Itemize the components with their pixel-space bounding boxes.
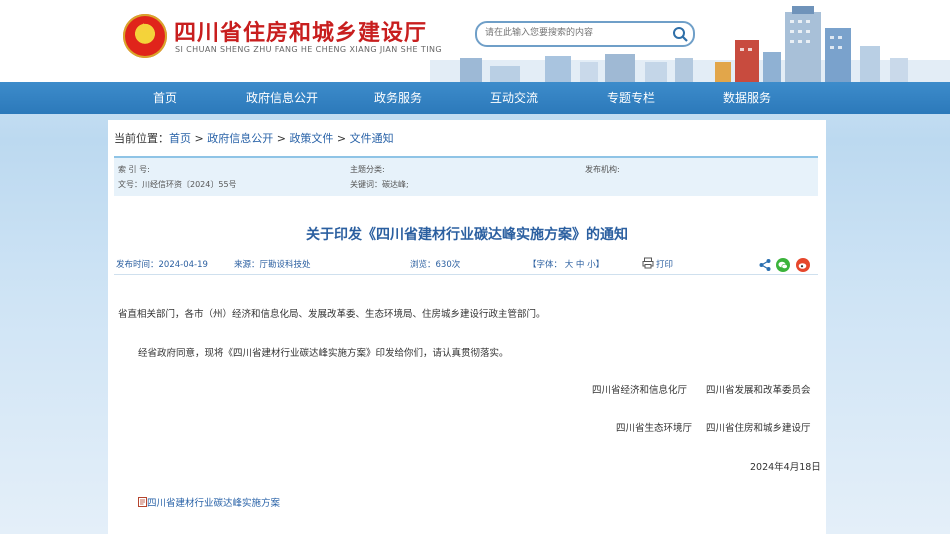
publish-date: 发布时间：2024-04-19 [116,260,208,270]
meta-keywords: 关键词：碳达峰; [350,180,409,189]
nav-item-data-services[interactable]: 数据服务 [692,82,802,114]
document-meta: 索 引 号: 主题分类: 发布机构: 文号：川经信环资〔2024〕55号 关键词… [114,156,818,196]
article-source: 来源：厅勘设科技处 [234,260,311,270]
nav-item-interaction[interactable]: 互动交流 [459,82,569,114]
wechat-icon[interactable] [776,258,790,272]
national-emblem-icon: ★ [123,14,167,58]
nav-item-home[interactable]: 首页 [110,82,220,114]
city-skyline-image [430,6,950,82]
signer-econ-info: 四川省经济和信息化厅 [592,385,688,396]
attachment-icon [138,497,147,507]
main-nav: 首页 政府信息公开 政务服务 互动交流 专题专栏 数据服务 [0,82,950,114]
content-panel: 当前位置：首页 > 政府信息公开 > 政策文件 > 文件通知 索 引 号: 主题… [108,120,826,534]
page-title: 关于印发《四川省建材行业碳达峰实施方案》的通知 [306,227,628,243]
weibo-icon[interactable] [796,258,810,272]
breadcrumb-separator: > [273,132,290,145]
breadcrumb-separator: > [333,132,350,145]
site-pinyin: SI CHUAN SHENG ZHU FANG HE CHENG XIANG J… [175,45,442,54]
nav-item-topics[interactable]: 专题专栏 [576,82,686,114]
breadcrumb-separator: > [191,132,208,145]
attachment-link[interactable]: 四川省建材行业碳达峰实施方案 [138,495,280,509]
body-paragraph: 经省政府同意，现将《四川省建材行业碳达峰实施方案》印发给你们，请认真贯彻落实。 [138,348,509,359]
sign-date: 2024年4月18日 [750,462,821,473]
signer-ecology: 四川省生态环境厅 [616,423,693,434]
attachment-label: 四川省建材行业碳达峰实施方案 [147,498,281,509]
print-link[interactable]: 打印 [656,258,673,270]
view-count: 浏览：630次 [410,260,461,270]
share-icon[interactable] [758,258,772,272]
breadcrumb-home[interactable]: 首页 [169,132,191,145]
signer-housing: 四川省住房和城乡建设厅 [706,423,811,434]
breadcrumb-policy-docs[interactable]: 政策文件 [289,132,333,145]
breadcrumb-notices[interactable]: 文件通知 [350,132,394,145]
breadcrumb-gov-info[interactable]: 政府信息公开 [207,132,273,145]
signer-dev-reform: 四川省发展和改革委员会 [706,385,811,396]
breadcrumb-prefix: 当前位置： [114,132,169,145]
breadcrumb: 当前位置：首页 > 政府信息公开 > 政策文件 > 文件通知 [114,130,394,146]
info-divider [114,274,818,275]
meta-index-label: 索 引 号: [118,165,150,174]
nav-item-gov-services[interactable]: 政务服务 [343,82,453,114]
meta-theme-label: 主题分类: [350,165,385,174]
meta-publisher-label: 发布机构: [585,165,620,174]
print-icon[interactable] [642,257,654,269]
site-title: 四川省住房和城乡建设厅 [174,20,428,46]
nav-item-gov-info[interactable]: 政府信息公开 [227,82,337,114]
site-header: ★ 四川省住房和城乡建设厅 SI CHUAN SHENG ZHU FANG HE… [0,0,950,82]
recipients-text: 省直相关部门，各市（州）经济和信息化局、发展改革委、生态环境局、住房城乡建设行政… [118,309,546,320]
meta-doc-number: 文号：川经信环资〔2024〕55号 [118,180,237,189]
font-size-switcher[interactable]: 【字体： 大 中 小】 [528,258,604,270]
